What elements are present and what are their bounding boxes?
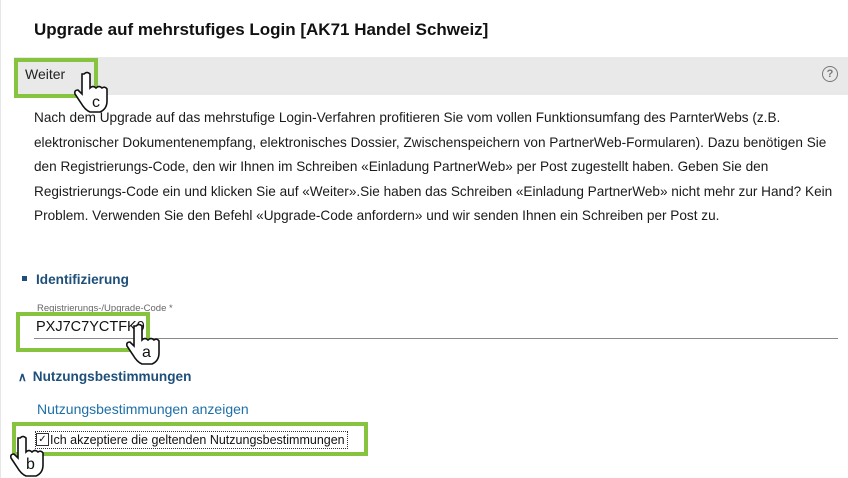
annotation-label-b: b (26, 456, 35, 473)
toolbar: Weiter ? (14, 57, 848, 95)
section-identifizierung: Identifizierung (22, 272, 129, 287)
bullet-icon (22, 275, 27, 281)
chevron-up-icon: ∧ (18, 370, 27, 384)
accept-terms-label: Ich akzeptiere die geltenden Nutzungsbes… (50, 433, 345, 447)
registration-code-input[interactable] (34, 316, 838, 339)
left-divider (0, 0, 1, 478)
help-icon[interactable]: ? (822, 66, 838, 82)
section-nutzungsbestimmungen-heading: Nutzungsbestimmungen (32, 369, 192, 384)
show-terms-link[interactable]: Nutzungsbestimmungen anzeigen (37, 401, 249, 417)
annotation-label-a: a (142, 344, 151, 361)
accept-terms-row[interactable]: ✓ Ich akzeptiere die geltenden Nutzungsbe… (35, 431, 348, 449)
annotation-label-c: c (92, 94, 100, 111)
weiter-button[interactable]: Weiter (25, 66, 65, 82)
registration-code-label: Registrierungs-/Upgrade-Code * (37, 303, 173, 314)
section-identifizierung-heading: Identifizierung (36, 272, 129, 287)
section-nutzungsbestimmungen[interactable]: ∧ Nutzungsbestimmungen (18, 369, 191, 384)
accept-terms-checkbox[interactable]: ✓ (36, 433, 49, 447)
description-text: Nach dem Upgrade auf das mehrstufige Log… (34, 110, 833, 223)
page-title: Upgrade auf mehrstufiges Login [AK71 Han… (34, 20, 489, 39)
